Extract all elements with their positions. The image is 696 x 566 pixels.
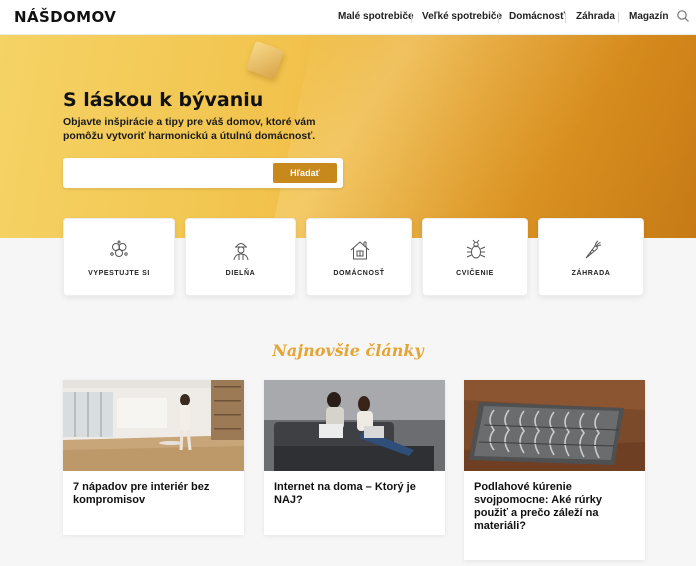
hero-subtitle: Objavte inšpirácie a tipy pre váš domov,… — [63, 116, 316, 142]
hero-title: S láskou k bývaniu — [63, 89, 264, 111]
house-icon — [350, 241, 370, 260]
main-nav: Malé spotrebiče Veľké spotrebiče Domácno… — [0, 11, 696, 25]
nav-item-zahrada[interactable]: Záhrada — [576, 11, 615, 22]
category-label: VYPESTUJTE SI — [88, 270, 150, 277]
article-image-interior[interactable] — [63, 380, 244, 471]
category-card-zahrada[interactable]: ZÁHRADA — [538, 218, 644, 296]
article-card[interactable]: Internet na doma – Ktorý je NAJ? — [264, 380, 445, 535]
nav-divider — [498, 12, 499, 23]
nav-divider — [411, 12, 412, 23]
category-label: DIELŇA — [225, 270, 256, 277]
nav-item-velke-spotrebice[interactable]: Veľké spotrebiče — [422, 11, 502, 22]
latest-articles-title: Najnovšie články — [272, 341, 424, 360]
article-title[interactable]: 7 nápadov pre interiér bez kompromisov — [63, 471, 244, 507]
article-title[interactable]: Podlahové kúrenie svojpomocne: Aké rúrky… — [464, 471, 645, 533]
article-image-floor-heating[interactable] — [464, 380, 645, 471]
nav-item-domacnost[interactable]: Domácnosť — [509, 11, 565, 22]
article-card[interactable]: 7 nápadov pre interiér bez kompromisov — [63, 380, 244, 535]
category-label: ZÁHRADA — [571, 270, 611, 277]
nav-item-male-spotrebice[interactable]: Malé spotrebiče — [338, 11, 414, 22]
category-card-dielna[interactable]: DIELŇA — [185, 218, 296, 296]
site-header: NÁŠDOMOV Malé spotrebiče Veľké spotrebič… — [0, 0, 696, 35]
carrot-icon — [585, 240, 602, 259]
hero-search-input[interactable] — [69, 163, 269, 183]
bug-icon — [466, 239, 486, 259]
hero-banner: S láskou k bývaniu Objavte inšpirácie a … — [0, 35, 696, 238]
category-label: CVIČENIE — [456, 270, 494, 277]
worker-icon — [233, 243, 249, 261]
hero-search-button[interactable]: Hľadať — [273, 163, 337, 183]
search-icon[interactable] — [676, 9, 690, 23]
category-card-vypestujte-si[interactable]: VYPESTUJTE SI — [63, 218, 175, 296]
category-card-cvicenie[interactable]: CVIČENIE — [422, 218, 528, 296]
nav-item-magazin[interactable]: Magazín — [629, 11, 668, 22]
seeds-icon — [110, 240, 128, 257]
category-label: DOMÁCNOSŤ — [333, 270, 385, 277]
nav-divider — [565, 12, 566, 23]
article-card[interactable]: Podlahové kúrenie svojpomocne: Aké rúrky… — [464, 380, 645, 560]
hero-search-box: Hľadať — [63, 158, 343, 188]
article-title[interactable]: Internet na doma – Ktorý je NAJ? — [264, 471, 445, 507]
category-card-domacnost[interactable]: DOMÁCNOSŤ — [306, 218, 412, 296]
hero-decorative-cube — [245, 40, 285, 80]
nav-divider — [618, 12, 619, 23]
article-image-couple-on-couch[interactable] — [264, 380, 445, 471]
